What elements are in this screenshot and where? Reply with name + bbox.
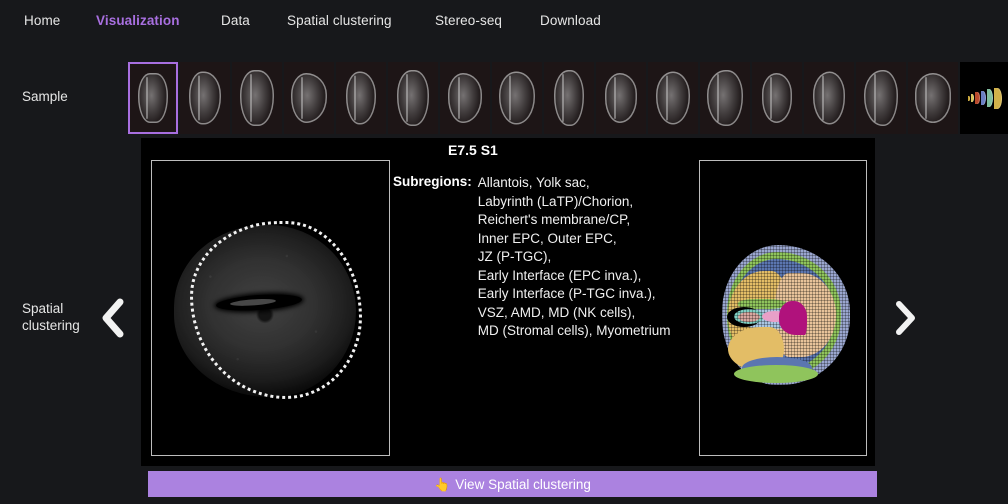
thumbnail-13[interactable] [804,62,854,134]
tissue-thumb-shape [813,71,845,125]
tissue-thumb-shape [762,73,792,123]
thumbnail-11[interactable] [700,62,750,134]
subregions-block: Subregions: Allantois, Yolk sac, Labyrin… [393,174,693,341]
chevron-left-icon[interactable] [95,296,129,340]
nav-item-home[interactable]: Home [24,13,60,28]
thumbnail-6[interactable] [440,62,490,134]
thumbnail-0[interactable] [128,62,178,134]
thumbnail-7[interactable] [492,62,542,134]
tissue-thumb-shape [448,73,482,123]
view-spatial-clustering-button[interactable]: 👆 View Spatial clustering [148,471,877,497]
nav-item-visualization[interactable]: Visualization [96,13,180,28]
top-navigation: Home Visualization Data Spatial clusteri… [0,0,1008,40]
thumbnail-15[interactable] [908,62,958,134]
tissue-thumb-shape [240,70,274,126]
thumbnail-1[interactable] [180,62,230,134]
tissue-thumb-shape [864,70,898,126]
thumbnail-10[interactable] [648,62,698,134]
sample-thumbnail-strip[interactable] [128,62,1008,134]
thumbnail-9[interactable] [596,62,646,134]
thumbnail-5[interactable] [388,62,438,134]
tissue-thumb-shape [554,70,584,126]
chevron-right-icon[interactable] [888,296,922,340]
tissue-thumb-shape [291,73,327,123]
nav-item-download[interactable]: Download [540,13,601,28]
spatial-clustering-label: Spatial clustering [22,301,80,333]
nav-item-data[interactable]: Data [221,13,250,28]
subregions-list: Allantois, Yolk sac, Labyrinth (LaTP)/Ch… [477,175,671,338]
nav-item-spatial-clustering[interactable]: Spatial clustering [287,13,392,28]
sample-section-label: Sample [22,89,68,104]
thumbnail-12[interactable] [752,62,802,134]
nav-item-stereo-seq[interactable]: Stereo-seq [435,13,502,28]
thumbnail-3[interactable] [284,62,334,134]
page-title: E7.5 S1 [448,142,498,158]
thumbnail-14[interactable] [856,62,906,134]
view-spatial-clustering-label: View Spatial clustering [455,476,591,492]
thumbnail-2[interactable] [232,62,282,134]
thumbnail-4[interactable] [336,62,386,134]
tissue-thumb-shape [915,73,951,123]
subregions-label: Subregions: [393,174,472,189]
tissue-section-image[interactable] [151,160,390,456]
visualization-stage: E7.5 S1 Subregions: Allantois, Yolk sac,… [141,138,875,466]
sample-info-panel: E7.5 S1 Subregions: Allantois, Yolk sac,… [393,138,693,341]
tissue-thumb-shape [189,71,221,125]
thumbnail-8[interactable] [544,62,594,134]
tissue-thumb-shape [656,71,690,125]
tissue-thumb-shape [605,73,637,123]
embryo-series-thumb [962,85,1008,111]
tissue-thumb-shape [707,70,743,126]
cluster-region [734,365,818,383]
tissue-thumb-shape [397,70,429,126]
tissue-thumb-shape [138,73,168,123]
tissue-thumb-shape [499,71,535,125]
tissue-thumb-shape [346,71,376,125]
thumbnail-16[interactable] [960,62,1008,134]
cluster-region [784,315,804,325]
spatial-clustering-image[interactable] [699,160,867,456]
pointing-hand-icon: 👆 [434,476,451,492]
